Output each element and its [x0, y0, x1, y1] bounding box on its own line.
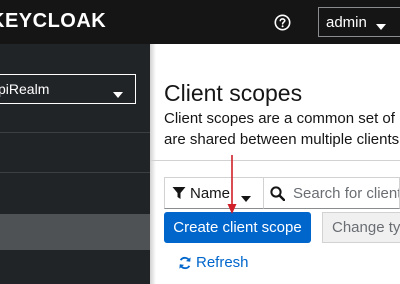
page-description: Client scopes are a common set of pro ar… — [164, 108, 400, 150]
refresh-label: Refresh — [196, 254, 249, 271]
search-icon — [270, 185, 285, 201]
sidebar-item-active[interactable] — [0, 214, 150, 250]
sidebar-shadow — [150, 44, 156, 284]
user-menu-dropdown[interactable]: admin — [318, 7, 400, 37]
caret-down-icon — [113, 86, 123, 102]
annotation-arrow-icon — [227, 155, 237, 214]
page-description-line: Client scopes are a common set of pro — [164, 110, 400, 127]
realm-selector[interactable]: piRealm — [0, 74, 136, 104]
sidebar-divider — [0, 172, 150, 173]
filter-attribute-dropdown[interactable]: Name — [164, 177, 264, 209]
filter-icon — [172, 186, 186, 200]
search-input[interactable] — [293, 184, 399, 202]
keycloak-logo[interactable]: KEYCLOAK — [0, 10, 106, 33]
realm-selector-label: piRealm — [0, 81, 50, 97]
search-field[interactable] — [264, 177, 400, 209]
sidebar: piRealm — [0, 44, 150, 284]
help-icon[interactable] — [272, 12, 292, 32]
user-menu-label: admin — [326, 13, 367, 31]
caret-down-icon — [241, 190, 251, 207]
masthead: KEYCLOAK admin — [0, 0, 400, 44]
section-divider — [150, 160, 400, 161]
refresh-button[interactable]: Refresh — [178, 254, 249, 271]
create-client-scope-button[interactable]: Create client scope — [164, 212, 311, 243]
page-title: Client scopes — [164, 80, 303, 106]
caret-down-icon — [376, 18, 386, 35]
sidebar-divider — [0, 132, 150, 133]
change-type-select[interactable]: Change typ — [322, 212, 400, 243]
sync-icon — [178, 256, 192, 270]
page-description-line: are shared between multiple clients. — [164, 131, 400, 148]
